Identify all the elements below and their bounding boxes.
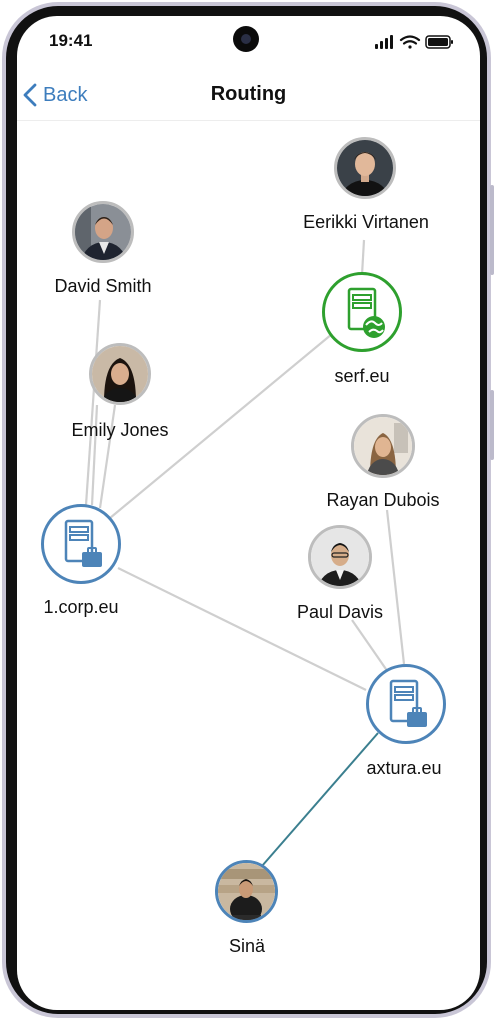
- node-label: axtura.eu: [366, 758, 442, 778]
- node-label: Sinä: [228, 936, 266, 956]
- routing-graph: Eerikki Virtanen David Smith serf.eu Emi…: [17, 16, 480, 1010]
- node-label: serf.eu: [334, 366, 390, 386]
- edge-paul-axtura: [351, 619, 389, 673]
- avatar: [89, 343, 151, 405]
- server-icon: [389, 679, 427, 727]
- volume-button: [490, 185, 494, 275]
- server-node-circle: [41, 504, 121, 584]
- avatar: [72, 201, 134, 263]
- avatar: [334, 137, 396, 199]
- avatar: [351, 414, 415, 478]
- edge-axtura-sina: [261, 732, 379, 867]
- node-label: Paul Davis: [296, 602, 384, 622]
- power-button: [490, 390, 494, 460]
- server-icon: [347, 287, 385, 338]
- node-label: Emily Jones: [71, 420, 169, 440]
- server-node-circle: [366, 664, 446, 744]
- server-icon: [64, 519, 102, 567]
- edge-eerikki-serf: [360, 239, 366, 276]
- node-label: David Smith: [54, 276, 152, 296]
- node-label: Rayan Dubois: [326, 490, 440, 510]
- avatar: [215, 860, 278, 923]
- edge-rayan-axtura: [385, 509, 406, 665]
- server-node-circle: [322, 272, 402, 352]
- node-label: 1.corp.eu: [43, 597, 119, 617]
- phone-screen: 19:41 Back Routing Eerikki Virtanen Davi…: [17, 16, 480, 1010]
- avatar: [308, 525, 372, 589]
- node-label: Eerikki Virtanen: [303, 212, 429, 232]
